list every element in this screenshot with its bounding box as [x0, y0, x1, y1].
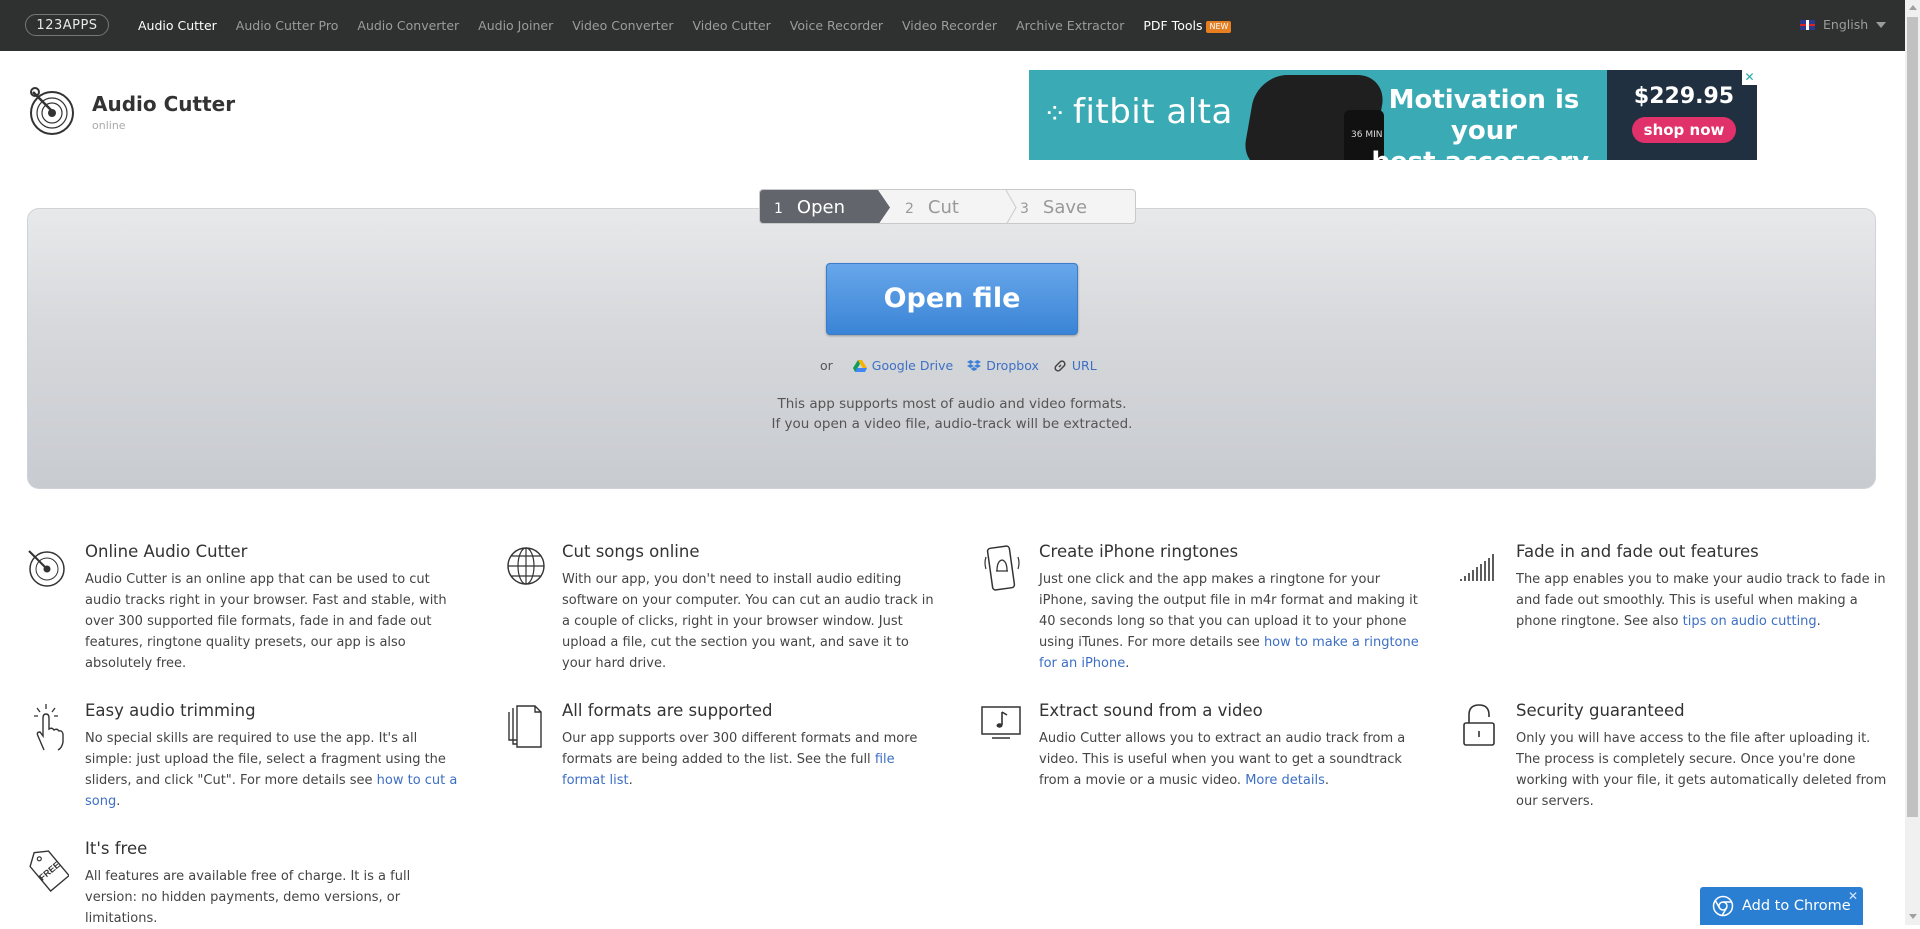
- feature-text-online-audio-cutter: Audio Cutter is an online app that can b…: [85, 572, 447, 671]
- supported-formats-note: This app supports most of audio and vide…: [652, 395, 1252, 434]
- google-drive-link[interactable]: Google Drive: [852, 358, 953, 373]
- ad-slogan: Motivation is yourbest accessory.: [1371, 85, 1596, 160]
- nav-item-audio-cutter-pro[interactable]: Audio Cutter Pro: [236, 18, 339, 33]
- ad-price: $229.95: [1633, 84, 1735, 109]
- page-subtitle: online: [92, 119, 126, 132]
- chrome-logo-icon: [1712, 895, 1734, 917]
- nav-item-video-converter[interactable]: Video Converter: [572, 18, 673, 33]
- or-label: or: [820, 358, 833, 373]
- hand-pointer-icon: [34, 704, 64, 751]
- svg-text:FREE: FREE: [37, 860, 62, 883]
- nav-item-video-recorder[interactable]: Video Recorder: [902, 18, 997, 33]
- feature-text-easy-trimming: No special skills are required to use th…: [85, 731, 458, 809]
- feature-title-its-free: It's free: [85, 839, 148, 858]
- feature-text-all-formats: Our app supports over 300 different form…: [562, 731, 918, 788]
- feature-title-security: Security guaranteed: [1516, 701, 1685, 720]
- step-open: 1 Open: [760, 190, 890, 223]
- feature-text-its-free: All features are available free of charg…: [85, 869, 411, 926]
- google-drive-icon: [852, 359, 867, 372]
- globe-icon: [507, 547, 545, 585]
- pdf-tools-label: PDF Tools: [1143, 18, 1203, 33]
- feature-title-online-audio-cutter: Online Audio Cutter: [85, 542, 248, 561]
- nav-item-archive-extractor[interactable]: Archive Extractor: [1016, 18, 1124, 33]
- support-line-2: If you open a video file, audio-track wi…: [771, 415, 1133, 432]
- chevron-down-icon: [1876, 21, 1887, 28]
- link-tips-on-audio-cutting[interactable]: tips on audio cutting: [1683, 614, 1817, 629]
- iphone-ringtone-icon: [984, 545, 1020, 591]
- progress-steps: 1 Open 2 Cut 3 Save: [759, 189, 1136, 224]
- advertisement-banner[interactable]: ⁘fitbit alta 36 MIN Motivation is yourbe…: [1029, 70, 1757, 160]
- scrollbar-thumb[interactable]: [1907, 17, 1918, 817]
- dropbox-link[interactable]: Dropbox: [967, 358, 1039, 373]
- open-file-button[interactable]: Open file: [826, 263, 1078, 335]
- lock-icon: [1463, 704, 1495, 746]
- add-to-chrome-label: Add to Chrome: [1742, 898, 1851, 914]
- ad-close-icon[interactable]: ✕: [1742, 70, 1757, 85]
- step-cut: 2 Cut: [905, 197, 959, 218]
- volume-bars-icon: [1460, 554, 1494, 581]
- link-more-details[interactable]: More details: [1245, 773, 1325, 788]
- feature-title-all-formats: All formats are supported: [562, 701, 773, 720]
- feature-title-extract-sound: Extract sound from a video: [1039, 701, 1263, 720]
- language-label: English: [1823, 17, 1869, 32]
- app-nav: Audio Cutter Audio Cutter Pro Audio Conv…: [138, 0, 1250, 51]
- nav-item-voice-recorder[interactable]: Voice Recorder: [790, 18, 883, 33]
- feature-title-iphone-ringtones: Create iPhone ringtones: [1039, 542, 1239, 561]
- feature-text-extract-sound: Audio Cutter allows you to extract an au…: [1039, 731, 1406, 788]
- support-line-1: This app supports most of audio and vide…: [777, 396, 1127, 412]
- nav-item-audio-cutter[interactable]: Audio Cutter: [138, 18, 217, 33]
- language-selector[interactable]: English: [1800, 17, 1887, 32]
- nav-item-audio-converter[interactable]: Audio Converter: [357, 18, 459, 33]
- dropbox-icon: [967, 359, 982, 371]
- alternate-sources: or Google Drive Dropbox URL: [820, 358, 1111, 373]
- ad-brand: ⁘ fitbit alta: [1043, 92, 1233, 132]
- documents-stack-icon: [508, 705, 542, 748]
- feature-title-easy-trimming: Easy audio trimming: [85, 701, 256, 720]
- add-to-chrome-button[interactable]: Add to Chrome: [1700, 887, 1863, 925]
- feature-title-fade-in-out: Fade in and fade out features: [1516, 542, 1759, 561]
- audio-cutter-logo-icon: [30, 87, 74, 135]
- new-badge: NEW: [1206, 20, 1232, 33]
- feature-text-cut-songs-online: With our app, you don't need to install …: [562, 572, 934, 671]
- close-chrome-banner-icon[interactable]: ✕: [1848, 889, 1858, 903]
- top-navigation-bar: 123APPS Audio Cutter Audio Cutter Pro Au…: [0, 0, 1905, 51]
- feature-text-security: Only you will have access to the file af…: [1516, 731, 1887, 809]
- vinyl-record-icon: [28, 550, 65, 587]
- nav-item-video-cutter[interactable]: Video Cutter: [692, 18, 770, 33]
- upload-panel: [27, 208, 1876, 489]
- page-title: Audio Cutter: [92, 92, 236, 116]
- url-link[interactable]: URL: [1053, 358, 1097, 373]
- scroll-down-arrow-icon[interactable]: [1909, 914, 1917, 919]
- feature-title-cut-songs-online: Cut songs online: [562, 542, 700, 561]
- video-music-icon: [981, 706, 1021, 739]
- site-logo[interactable]: 123APPS: [25, 14, 109, 36]
- step-save: 3 Save: [1020, 197, 1088, 218]
- free-tag-icon: FREE: [29, 850, 69, 892]
- link-icon: [1054, 359, 1066, 372]
- feature-text-iphone-ringtones: Just one click and the app makes a ringt…: [1039, 572, 1419, 671]
- nav-item-audio-joiner[interactable]: Audio Joiner: [478, 18, 553, 33]
- ad-shop-now-button[interactable]: shop now: [1632, 117, 1736, 143]
- scroll-up-arrow-icon[interactable]: [1909, 5, 1917, 10]
- feature-text-fade-in-out: The app enables you to make your audio t…: [1516, 572, 1886, 629]
- uk-flag-icon: [1800, 19, 1815, 30]
- nav-item-pdf-tools[interactable]: PDF Tools NEW: [1143, 18, 1232, 33]
